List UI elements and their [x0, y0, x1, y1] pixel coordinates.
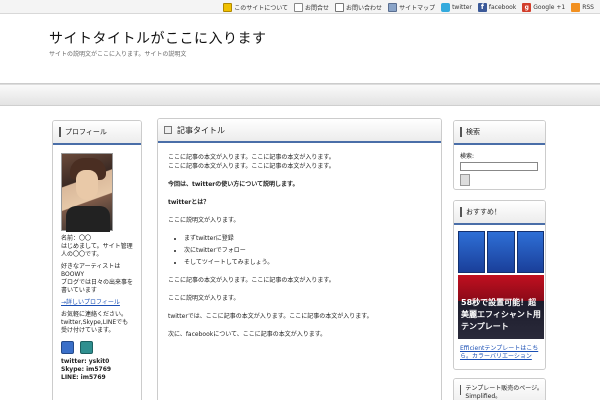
twitter-id: twitter: yskit0 [61, 358, 110, 365]
article-list: まずtwitterに登録 次にtwitterでフォロー そしてツイートしてみまし… [184, 234, 431, 267]
top-navigation: このサイトについて お問合せ お問い合わせ サイトマップ twitter f fa… [223, 1, 594, 13]
site-title[interactable]: サイトタイトルがここに入ります [49, 28, 267, 48]
top-bar: このサイトについて お問合せ お問い合わせ サイトマップ twitter f fa… [0, 0, 600, 14]
skype-badge-icon[interactable] [80, 341, 93, 354]
promo-heading: おすすめ！ [466, 208, 501, 216]
article-text-3: 今回は、twitterの使い方について説明します。 [168, 181, 299, 188]
social-icons [53, 339, 141, 356]
profile-intro-1: はじめまして。サイト管理人の〇〇です。 [61, 243, 133, 258]
article-paragraph-intro: 今回は、twitterの使い方について説明します。 [168, 180, 431, 189]
article-icon [164, 126, 172, 134]
profile-intro: 好きなアーティストはBOOWY ブログでは日々の出来事を書いています [61, 263, 133, 295]
search-button[interactable] [460, 174, 470, 186]
topnav-item-rss[interactable]: RSS [571, 2, 594, 12]
profile-heading-bar: プロフィール [53, 121, 141, 145]
promo-banner-text: 58秒で設置可能！超美麗エフィシャント用テンプレート [458, 275, 544, 339]
list-item: そしてツイートしてみましょう。 [184, 258, 431, 267]
header-band [0, 84, 600, 106]
template-widget: テンプレート販売のページ。Simplified。 [453, 378, 546, 400]
mail-icon [335, 2, 345, 12]
promo-heading-bar: おすすめ！ [454, 201, 545, 225]
pencil-icon [223, 2, 233, 12]
template-heading-bar: テンプレート販売のページ。Simplified。 [454, 379, 545, 400]
template-thumbnail [487, 231, 515, 273]
article-title: 記事タイトル [177, 125, 225, 135]
search-label: 検索: [460, 153, 475, 160]
line-id: LINE: im5769 [61, 374, 106, 381]
profile-heading: プロフィール [65, 128, 107, 136]
twitter-icon [441, 2, 451, 12]
profile-intro-3: ブログでは日々の出来事を書いています [61, 279, 134, 294]
profile-contact: お気軽に連絡ください。twitter,Skype,LINEでも受け付けています。 [61, 311, 129, 334]
rss-icon [571, 2, 581, 12]
skype-id: Skype: im5769 [61, 366, 112, 373]
avatar-shirt [66, 206, 110, 232]
template-thumbnail [458, 231, 486, 273]
search-widget: 検索 検索: [453, 120, 546, 190]
article-paragraph: twitterでは、ここに記事の本文が入ります。ここに記事の本文が入ります。 [168, 313, 373, 320]
heading-marker [460, 127, 462, 137]
profile-more: →詳しいプロフィール [61, 299, 133, 307]
profile-widget: プロフィール 名前：〇〇 はじめまして。サイト管理人の〇〇です。 好きなアーティス… [52, 120, 142, 400]
profile-text: 名前：〇〇 はじめまして。サイト管理人の〇〇です。 好きなアーティストはBOOWY… [53, 231, 141, 335]
topnav-item-google-plus[interactable]: g Google +1 [522, 2, 565, 12]
promo-link[interactable]: Efficientテンプレートはこちら。カラーバリエーション [454, 343, 545, 363]
promo-banner[interactable]: 58秒で設置可能！超美麗エフィシャント用テンプレート [458, 231, 544, 343]
heading-marker [460, 385, 462, 395]
article: 記事タイトル ここに記事の本文が入ります。ここに記事の本文が入ります。 ここに記事… [157, 118, 442, 400]
search-input[interactable] [460, 162, 538, 171]
avatar-face [76, 170, 98, 200]
topnav-item-facebook[interactable]: f facebook [477, 2, 516, 12]
profile-intro-2: 好きなアーティストはBOOWY [61, 263, 121, 278]
template-heading: テンプレート販売のページ。Simplified。 [465, 385, 543, 400]
site-description: サイトの説明文がここに入ります。サイトの説明文 [49, 51, 187, 58]
template-thumbnail [516, 231, 544, 273]
profile-name: 名前：〇〇 はじめまして。サイト管理人の〇〇です。 [61, 235, 133, 259]
article-text-1: ここに記事の本文が入ります。ここに記事の本文が入ります。 [168, 154, 335, 161]
topnav-item-inquiry[interactable]: お問合せ [294, 2, 329, 12]
list-icon [294, 2, 304, 12]
article-heading-bar: 記事タイトル [158, 119, 441, 143]
article-paragraph: 次に、facebookについて、ここに記事の本文が入ります。 [168, 331, 327, 338]
heading-marker [59, 127, 61, 137]
topnav-item-about[interactable]: このサイトについて [223, 2, 288, 12]
article-body: ここに記事の本文が入ります。ここに記事の本文が入ります。 ここに記事の本文が入りま… [158, 143, 441, 339]
facebook-icon: f [477, 2, 487, 12]
list-item: まずtwitterに登録 [184, 234, 431, 243]
article-text-4: twitterとは？ [168, 199, 210, 206]
search-heading: 検索 [466, 128, 480, 136]
sitemap-icon [388, 2, 398, 12]
topnav-item-contact[interactable]: お問い合わせ [335, 2, 382, 12]
article-paragraph: ここに説明文が入ります。 [168, 295, 240, 302]
article-paragraph-desc: ここに説明文が入ります。 [168, 217, 240, 224]
twitter-badge-icon[interactable] [61, 341, 74, 354]
profile-more-link[interactable]: →詳しいプロフィール [61, 299, 120, 306]
site-header: サイトタイトルがここに入ります サイトの説明文がここに入ります。サイトの説明文 [0, 14, 600, 84]
article-paragraph: ここに記事の本文が入ります。ここに記事の本文が入ります。 ここに記事の本文が入りま… [168, 153, 431, 171]
avatar [61, 153, 113, 232]
template-thumbnails [458, 231, 544, 273]
promo-widget: おすすめ！ 58秒で設置可能！超美麗エフィシャント用テンプレート Efficie… [453, 200, 546, 370]
search-heading-bar: 検索 [454, 121, 545, 145]
profile-name-text: 名前：〇〇 [61, 235, 92, 242]
list-item: 次にtwitterでフォロー [184, 246, 431, 255]
topnav-item-sitemap[interactable]: サイトマップ [388, 2, 435, 12]
contact-ids: twitter: yskit0 Skype: im5769 LINE: im57… [53, 356, 141, 384]
article-subheading: twitterとは？ [168, 198, 431, 207]
heading-marker [460, 207, 462, 217]
article-text-2: ここに記事の本文が入ります。ここに記事の本文が入ります。 [168, 163, 335, 170]
google-plus-icon: g [522, 2, 532, 12]
article-paragraph: ここに記事の本文が入ります。ここに記事の本文が入ります。 [168, 277, 335, 284]
topnav-item-twitter[interactable]: twitter [441, 2, 472, 12]
